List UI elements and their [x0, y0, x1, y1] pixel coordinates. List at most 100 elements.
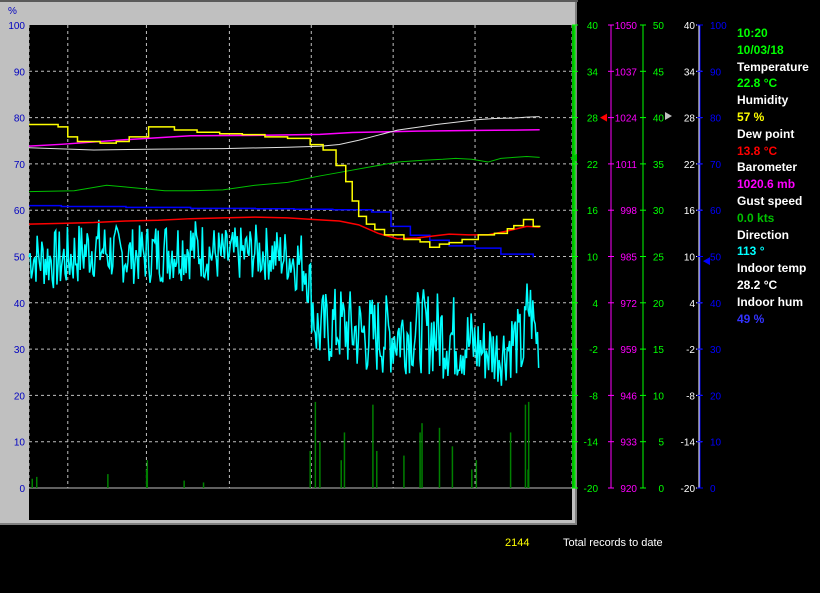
percent-tick-label: 70	[14, 160, 26, 171]
x-tick-date: 10/03/18	[208, 509, 251, 521]
reading-value: 49 %	[737, 311, 765, 326]
barometer-tick-label: 946	[620, 391, 637, 402]
weather-chart-window: % 100 90 80 70 60 50 40 30 20 10 0 03:06 10/03/18 04:1…	[0, 0, 820, 588]
direction-tick-label: 10	[710, 438, 722, 449]
x-tick-time: 06:52	[298, 496, 326, 508]
temperature-tick-label: -20	[584, 484, 599, 495]
barometer-tick-label: 933	[620, 438, 637, 449]
percent-tick-label: 10	[14, 438, 26, 449]
wind-tick-label: 0	[658, 484, 664, 495]
reading-label: Humidity	[737, 93, 789, 108]
reading-label: Barometer	[737, 160, 798, 175]
direction-tick-label: 80	[710, 114, 722, 125]
wind-tick-label: 50	[653, 21, 665, 32]
x-tick-date: 10/03/18	[372, 509, 415, 521]
reading-value: 0.0 kts	[737, 210, 775, 225]
barometer-tick-label: 920	[620, 484, 637, 495]
temperature-tick-label: 4	[592, 299, 598, 310]
percent-axis-label: %	[8, 6, 17, 17]
indoor-temp-tick-label: -14	[681, 438, 696, 449]
current-readings-panel: 10:20 10/03/18 Temperature 22.8 °C Humidit…	[737, 25, 820, 327]
reading-value: 22.8 °C	[737, 76, 778, 91]
indoor-temp-tick-label: -2	[686, 345, 695, 356]
barometer-tick-label: 1024	[615, 114, 638, 125]
x-tick-date: 10/03/18	[125, 509, 168, 521]
wind-tick-label: 25	[653, 253, 665, 264]
indoor-temp-marker	[665, 112, 672, 121]
barometer-tick-label: 1037	[615, 67, 638, 78]
direction-tick-label: 50	[710, 253, 722, 264]
temperature-tick-label: 22	[587, 160, 599, 171]
direction-tick-label: 60	[710, 206, 722, 217]
x-tick-time: 08:08	[379, 496, 407, 508]
indoor-temp-tick-label: 40	[684, 21, 696, 32]
x-tick-time: 04:19	[133, 496, 161, 508]
reading-value: 1020.6 mb	[737, 177, 796, 192]
weather-chart: %100908070605040302010003:0610/03/1804:1…	[0, 0, 727, 525]
x-tick-date: 10/03/18	[46, 509, 89, 521]
indoor-temp-tick-label: 16	[684, 206, 696, 217]
percent-tick-label: 30	[14, 345, 26, 356]
barometer-tick-label: 1050	[615, 21, 638, 32]
temperature-tick-label: -8	[589, 391, 598, 402]
records-count: 2144	[505, 537, 530, 549]
wind-tick-label: 15	[653, 345, 665, 356]
reading-label: Indoor hum	[737, 294, 803, 309]
percent-tick-label: 80	[14, 114, 26, 125]
reading-label: Temperature	[737, 59, 809, 74]
direction-tick-label: 90	[710, 67, 722, 78]
percent-tick-label: 100	[8, 21, 25, 32]
temperature-tick-label: 40	[587, 21, 599, 32]
wind-tick-label: 40	[653, 114, 665, 125]
reading-value: 113 °	[737, 244, 765, 259]
wind-tick-label: 30	[653, 206, 665, 217]
wind-tick-label: 5	[658, 438, 664, 449]
barometer-tick-label: 972	[620, 299, 637, 310]
barometer-tick-label: 1011	[615, 160, 637, 171]
records-label: Total records to date	[563, 537, 663, 549]
current-time: 10:20	[737, 26, 768, 40]
frame-top-edge	[0, 0, 578, 2]
reading-label: Direction	[737, 227, 790, 242]
percent-tick-label: 90	[14, 67, 26, 78]
indoor-temp-tick-label: -20	[681, 484, 696, 495]
reading-value: 28.2 °C	[737, 277, 778, 292]
temperature-tick-label: 10	[587, 253, 599, 264]
barometer-tick-label: 998	[620, 206, 637, 217]
indoor-hum-marker	[703, 257, 710, 266]
percent-tick-label: 50	[14, 253, 26, 264]
direction-tick-label: 40	[710, 299, 722, 310]
barometer-tick-label: 985	[620, 253, 637, 264]
indoor-temp-tick-label: 4	[689, 299, 695, 310]
direction-tick-label: 100	[710, 21, 727, 32]
plot-background	[29, 25, 572, 520]
reading-label: Indoor temp	[737, 261, 807, 276]
direction-tick-label: 70	[710, 160, 722, 171]
x-tick-time: 05:36	[216, 496, 244, 508]
temperature-tick-label: 16	[587, 206, 599, 217]
x-tick-date: 10/03/18	[290, 509, 333, 521]
barometer-tick-label: 959	[620, 345, 637, 356]
readings-list: Temperature 22.8 °C Humidity 57 % Dew point 1…	[737, 59, 820, 328]
indoor-temp-tick-label: 28	[684, 114, 696, 125]
reading-value: 57 %	[737, 109, 765, 124]
x-tick-time: 03:06	[54, 496, 82, 508]
indoor-temp-tick-label: -8	[686, 391, 695, 402]
temperature-tick-label: -14	[584, 438, 599, 449]
indoor-temp-tick-label: 22	[684, 160, 696, 171]
percent-tick-label: 0	[19, 484, 25, 495]
percent-tick-label: 20	[14, 391, 26, 402]
wind-tick-label: 35	[653, 160, 665, 171]
temperature-tick-label: 34	[587, 67, 599, 78]
direction-tick-label: 30	[710, 345, 722, 356]
temperature-tick-label: -2	[589, 345, 598, 356]
x-tick-date: 10/03/18	[454, 509, 497, 521]
temperature-tick-label: 28	[587, 114, 599, 125]
wind-tick-label: 45	[653, 67, 665, 78]
percent-tick-label: 40	[14, 299, 26, 310]
wind-tick-label: 20	[653, 299, 665, 310]
reading-label: Dew point	[737, 126, 795, 141]
barometer-marker	[600, 113, 607, 122]
x-tick-time: 09:24	[461, 496, 489, 508]
current-date: 10/03/18	[737, 42, 784, 57]
